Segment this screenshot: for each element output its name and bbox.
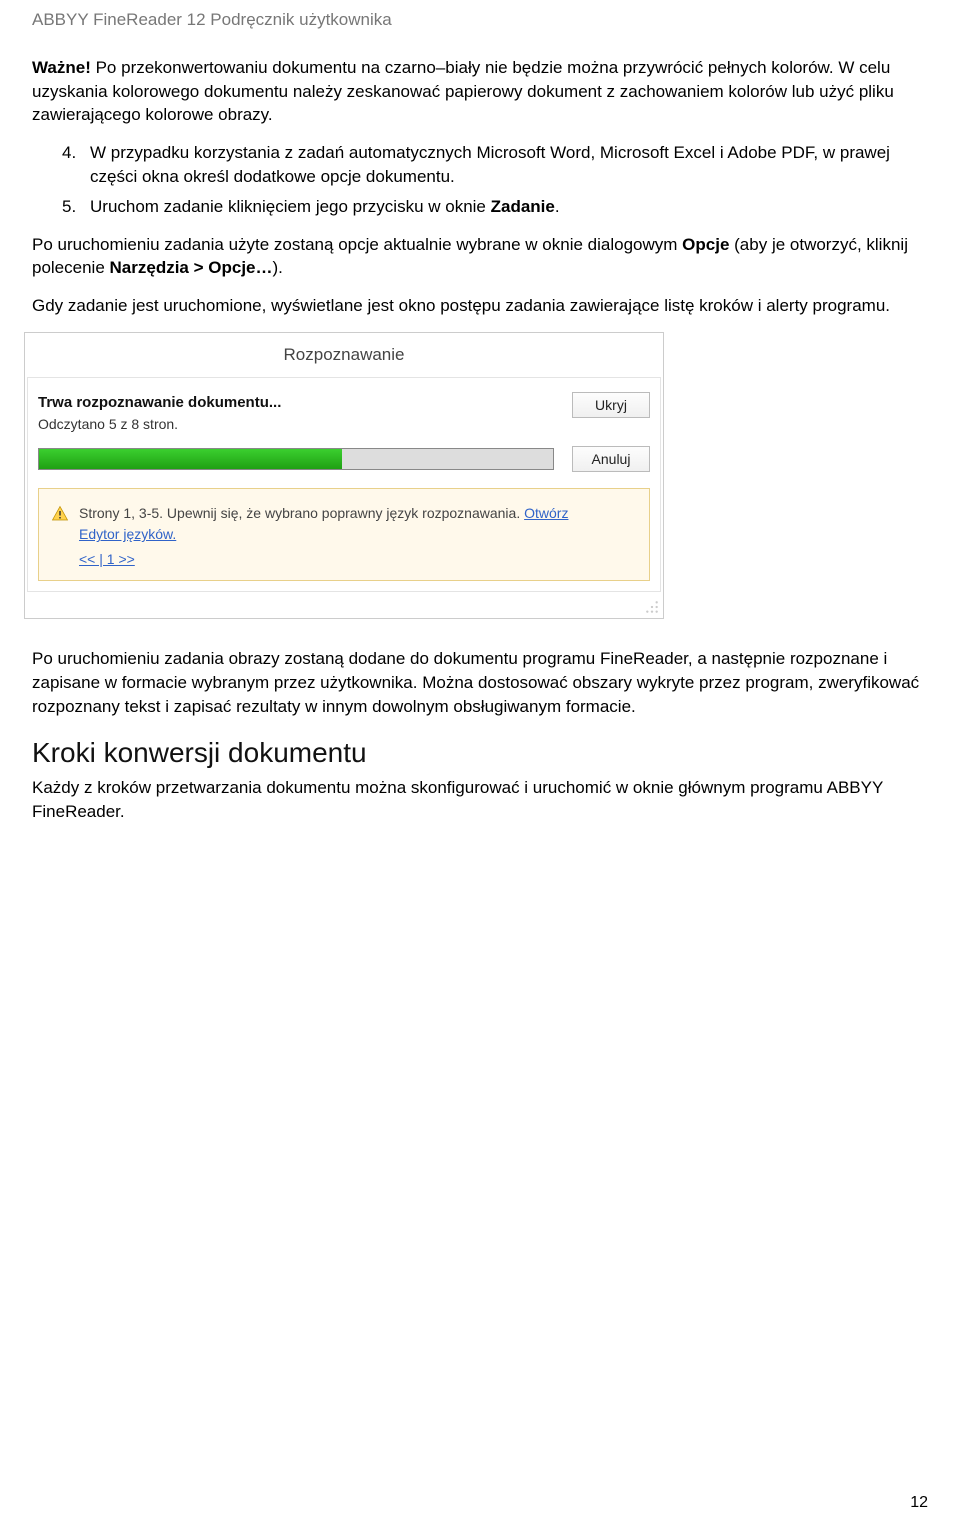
- warning-icon: [51, 505, 69, 523]
- open-link[interactable]: Otwórz: [524, 505, 568, 521]
- resize-grip-icon[interactable]: [645, 600, 659, 614]
- paragraph-options: Po uruchomieniu zadania użyte zostaną op…: [32, 233, 928, 281]
- page-number: 12: [910, 1492, 928, 1514]
- dialog-title: Rozpoznawanie: [27, 335, 661, 377]
- doc-header: ABBYY FineReader 12 Podręcznik użytkowni…: [32, 8, 928, 32]
- list-item: 5. Uruchom zadanie kliknięciem jego przy…: [62, 195, 928, 219]
- section-title: Kroki konwersji dokumentu: [32, 733, 928, 772]
- list-text: W przypadku korzystania z zadań automaty…: [90, 141, 928, 189]
- paragraph-after-dialog: Po uruchomieniu zadania obrazy zostaną d…: [32, 647, 928, 718]
- alert-pager[interactable]: << | 1 >>: [79, 549, 637, 570]
- progress-fill: [39, 449, 342, 469]
- warning-text: Po przekonwertowaniu dokumentu na czarno…: [32, 58, 894, 125]
- list-num: 4.: [62, 141, 90, 189]
- list-text: Uruchom zadanie kliknięciem jego przycis…: [90, 195, 928, 219]
- lang-editor-link[interactable]: Edytor języków.: [79, 526, 176, 542]
- status-sub-text: Odczytano 5 z 8 stron.: [38, 415, 566, 435]
- alert-text: Strony 1, 3-5. Upewnij się, że wybrano p…: [79, 505, 524, 521]
- hide-button[interactable]: Ukryj: [572, 392, 650, 418]
- list-item: 4. W przypadku korzystania z zadań autom…: [62, 141, 928, 189]
- list-num: 5.: [62, 195, 90, 219]
- alert-box: Strony 1, 3-5. Upewnij się, że wybrano p…: [38, 488, 650, 581]
- instruction-list: 4. W przypadku korzystania z zadań autom…: [62, 141, 928, 218]
- cancel-button[interactable]: Anuluj: [572, 446, 650, 472]
- status-main-text: Trwa rozpoznawanie dokumentu...: [38, 392, 566, 413]
- progress-bar: [38, 448, 554, 470]
- paragraph-section: Każdy z kroków przetwarzania dokumentu m…: [32, 776, 928, 824]
- warning-label: Ważne!: [32, 58, 91, 77]
- progress-dialog: Rozpoznawanie Trwa rozpoznawanie dokumen…: [24, 332, 664, 619]
- paragraph-warning: Ważne! Po przekonwertowaniu dokumentu na…: [32, 56, 928, 127]
- paragraph-progress-info: Gdy zadanie jest uruchomione, wyświetlan…: [32, 294, 928, 318]
